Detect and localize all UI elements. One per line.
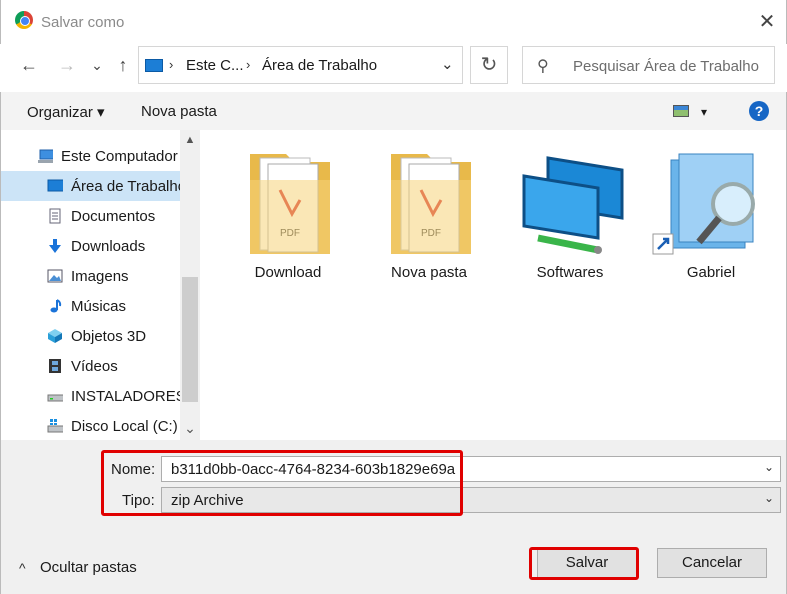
new-folder-button[interactable]: Nova pasta	[141, 103, 217, 120]
computer-icon	[38, 149, 53, 163]
file-item-nova-pasta[interactable]: PDF Nova pasta	[369, 150, 489, 290]
sidebar-item-label: Objetos 3D	[71, 328, 147, 345]
sidebar-item-videos[interactable]: Vídeos	[1, 351, 181, 381]
sidebar-item-desktop[interactable]: Área de Trabalho	[1, 171, 186, 201]
downloads-icon	[49, 239, 61, 253]
file-item-label: Gabriel	[686, 264, 736, 281]
sidebar-item-label: Vídeos	[71, 358, 118, 375]
videos-icon	[49, 359, 61, 373]
highlight-box	[101, 450, 463, 516]
breadcrumb-desktop[interactable]: Área de Trabalho	[262, 57, 377, 74]
up-button[interactable]: ↑	[110, 52, 136, 78]
title-bar: Salvar como ✕	[0, 0, 787, 44]
sidebar-item-3d-objects[interactable]: Objetos 3D	[1, 321, 181, 351]
desktop-icon	[145, 59, 163, 72]
file-item-gabriel[interactable]: Gabriel	[651, 150, 771, 290]
close-icon[interactable]: ✕	[753, 8, 781, 36]
organize-button[interactable]: Organizar ▾	[27, 103, 105, 121]
command-bar: Organizar ▾ Nova pasta ▾ ?	[0, 92, 787, 130]
chevron-down-icon[interactable]: ⌄	[764, 491, 774, 505]
sidebar-item-computer[interactable]: Este Computador	[1, 141, 181, 171]
sidebar-item-label: Disco Local (C:)	[71, 418, 178, 435]
highlight-box	[529, 547, 639, 580]
chevron-up-icon[interactable]: ^	[19, 560, 26, 576]
pictures-icon	[47, 269, 63, 283]
file-item-label: Softwares	[536, 264, 604, 281]
sidebar-item-label: Downloads	[71, 238, 146, 255]
pdf-folder-icon: PDF	[250, 154, 330, 254]
sidebar-scroll-thumb[interactable]	[182, 277, 198, 402]
search-input[interactable]: Pesquisar Área de Trabalho	[573, 58, 759, 75]
sidebar-item-label: Imagens	[71, 268, 129, 285]
sidebar-item-local-disk[interactable]: Disco Local (C:)	[1, 411, 181, 440]
breadcrumb-separator: ›	[246, 57, 251, 72]
sidebar-item-downloads[interactable]: Downloads	[1, 231, 181, 261]
sidebar-item-label: Músicas	[71, 298, 127, 315]
refresh-button[interactable]: ↻	[470, 46, 508, 84]
file-item-softwares[interactable]: Softwares	[510, 150, 630, 290]
file-list: PDF Download PDF Nova pasta Softwares	[200, 130, 787, 440]
search-icon: ⚲	[537, 58, 549, 75]
breadcrumb-computer[interactable]: Este C...	[186, 57, 244, 74]
search-box[interactable]: ⚲ Pesquisar Área de Trabalho	[522, 46, 775, 84]
scroll-up-icon[interactable]: ▲	[180, 134, 200, 152]
file-item-label: Nova pasta	[391, 264, 467, 281]
chevron-down-icon[interactable]: ⌄	[764, 460, 774, 474]
back-button[interactable]: ←	[16, 52, 42, 78]
file-item-label: Download	[254, 264, 322, 281]
desktop-icon	[47, 179, 63, 192]
cancel-button[interactable]: Cancelar	[657, 548, 767, 578]
file-item-download[interactable]: PDF Download	[228, 150, 348, 290]
music-icon	[50, 299, 62, 313]
recent-locations-button[interactable]: ⌄	[84, 52, 110, 78]
help-icon[interactable]: ?	[749, 101, 769, 121]
navigation-pane: Este Computador Área de Trabalho Documen…	[0, 130, 200, 440]
view-options-icon[interactable]	[673, 105, 689, 117]
address-bar[interactable]: › Este C... › Área de Trabalho ⌄	[138, 46, 463, 84]
forward-button[interactable]: →	[54, 52, 80, 78]
view-dropdown-icon[interactable]: ▾	[701, 105, 707, 119]
sidebar-item-music[interactable]: Músicas	[1, 291, 181, 321]
breadcrumb-separator: ›	[169, 57, 174, 72]
windows-drive-icon	[47, 419, 63, 433]
sidebar-item-label: INSTALADORES	[71, 388, 186, 405]
sidebar-item-installers-drive[interactable]: INSTALADORES	[1, 381, 186, 411]
hide-folders-button[interactable]: Ocultar pastas	[40, 559, 137, 576]
sidebar-item-label: Área de Trabalho	[71, 178, 187, 195]
sidebar-item-documents[interactable]: Documentos	[1, 201, 181, 231]
network-monitors-icon	[522, 156, 624, 254]
chrome-icon	[15, 11, 33, 29]
sidebar-item-label: Documentos	[71, 208, 156, 225]
sidebar-item-label: Este Computador	[61, 148, 178, 165]
sidebar-item-pictures[interactable]: Imagens	[1, 261, 181, 291]
documents-icon	[49, 208, 61, 224]
drive-icon	[47, 394, 63, 402]
window-title: Salvar como	[41, 14, 125, 31]
address-dropdown-icon[interactable]: ⌄	[441, 55, 454, 73]
search-shortcut-icon	[652, 153, 755, 255]
pdf-folder-icon: PDF	[391, 154, 471, 254]
scroll-down-icon[interactable]: ⌄	[180, 420, 200, 438]
objects3d-icon	[48, 329, 62, 343]
